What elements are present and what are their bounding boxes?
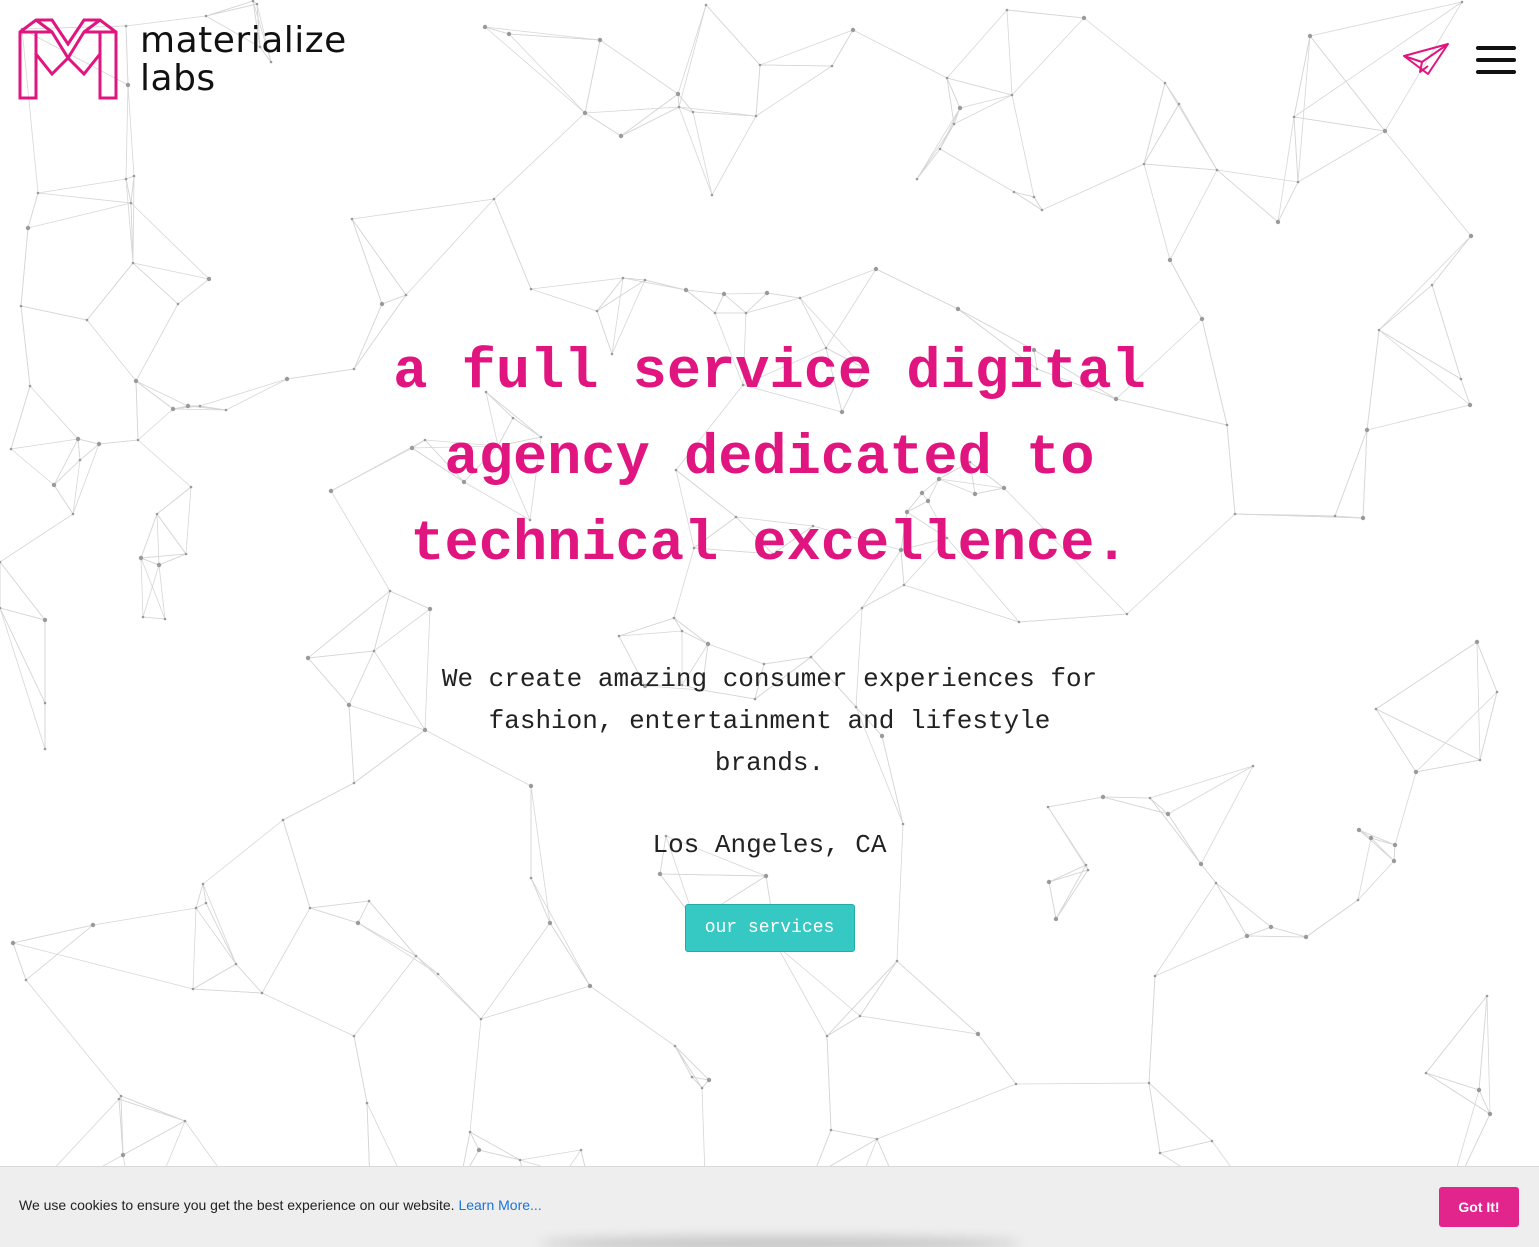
accept-cookies-button[interactable]: Got It! <box>1439 1187 1519 1227</box>
hero-section: a full service digital agency dedicated … <box>0 330 1539 952</box>
hero-headline: a full service digital agency dedicated … <box>393 341 1146 577</box>
our-services-button[interactable]: our services <box>684 904 855 952</box>
cookie-message: We use cookies to ensure you get the bes… <box>19 1197 542 1213</box>
brand-name-line2: labs <box>140 58 216 99</box>
brand-name-line1: materialize <box>140 20 347 61</box>
paper-plane-icon <box>1403 43 1449 75</box>
menu-button[interactable] <box>1474 44 1518 76</box>
cookie-banner: We use cookies to ensure you get the bes… <box>0 1166 1539 1247</box>
brand-name: materialize labs <box>140 22 347 98</box>
contact-button[interactable] <box>1402 42 1450 78</box>
learn-more-link[interactable]: Learn More... <box>458 1197 541 1213</box>
site-header: materialize labs <box>0 0 1539 120</box>
m-logo-icon <box>18 18 118 100</box>
cookie-message-text: We use cookies to ensure you get the bes… <box>19 1197 455 1213</box>
location-text: Los Angeles, CA <box>652 830 887 860</box>
hero-description: We create amazing consumer experiences f… <box>441 664 1098 778</box>
scroll-indicator-shadow <box>540 1237 1020 1247</box>
brand-logo[interactable]: materialize labs <box>18 18 347 102</box>
